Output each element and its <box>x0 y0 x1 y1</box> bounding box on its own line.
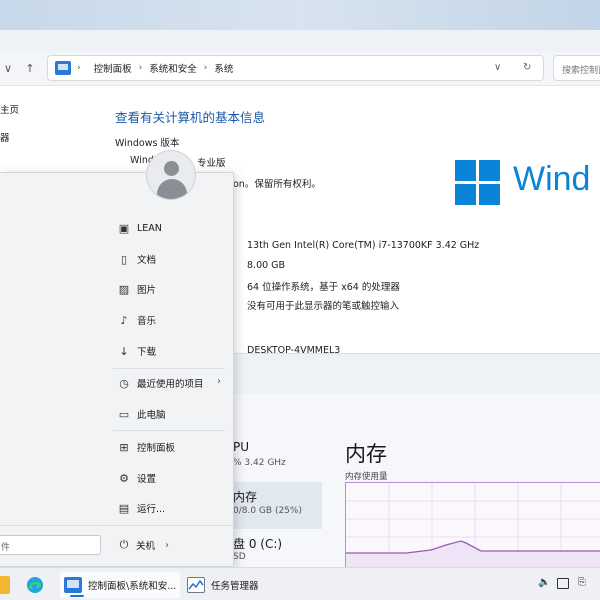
power-button[interactable]: ⏻ 关机 › <box>113 534 169 556</box>
network-icon[interactable] <box>557 578 569 589</box>
windows-logo-icon <box>455 160 501 206</box>
music-icon: ♪ <box>120 313 128 327</box>
graph-label: 内存使用量 <box>345 472 388 482</box>
start-item-downloads[interactable]: ↓ 下载 <box>113 338 225 364</box>
user-folder-icon: ▣ <box>118 221 130 235</box>
start-item-music[interactable]: ♪ 音乐 <box>113 307 225 333</box>
disk-item-label[interactable]: 盘 0 (C:) <box>233 535 282 552</box>
taskbar-app-label: 控制面板\系统和安... <box>88 581 177 592</box>
taskbar: 控制面板\系统和安... 任务管理器 🔈 ⎘ <box>0 567 600 600</box>
start-item-this-pc[interactable]: ▭ 此电脑 <box>113 401 225 427</box>
edition-suffix: 专业版 <box>197 158 226 169</box>
menu-divider <box>113 368 225 369</box>
menu-divider <box>113 430 225 431</box>
search-input[interactable]: 搜索控制面板 <box>553 55 600 81</box>
memory-item-label[interactable]: 内存 <box>233 488 257 505</box>
control-panel-icon <box>64 577 82 593</box>
start-item-label: 设置 <box>137 474 157 485</box>
start-item-label: 最近使用的项目 <box>137 379 204 390</box>
start-item-label: LEAN <box>137 222 162 234</box>
power-label: 关机 <box>136 541 156 552</box>
start-item-pictures[interactable]: ▨ 图片 <box>113 276 225 302</box>
processor-value: 13th Gen Intel(R) Core(TM) i7-13700KF 3.… <box>247 240 480 251</box>
cpu-item-label[interactable]: PU <box>233 440 249 454</box>
start-item-label: 音乐 <box>137 316 157 327</box>
start-search-input[interactable]: 件 <box>0 535 101 555</box>
chevron-down-icon[interactable]: ∨ <box>0 60 16 76</box>
chevron-right-icon: › <box>77 63 81 73</box>
refresh-icon[interactable]: ↻ <box>523 62 531 73</box>
control-panel-icon <box>55 61 71 75</box>
search-text: 件 <box>1 543 11 553</box>
recent-icon: ◷ <box>119 376 129 390</box>
chevron-right-icon: › <box>217 376 221 387</box>
pen-touch-value: 没有可用于此显示器的笔或触控输入 <box>247 301 400 312</box>
task-manager-icon <box>187 577 205 593</box>
start-item-settings[interactable]: ⚙ 设置 <box>113 465 225 491</box>
history-dropdown-icon[interactable]: ∨ <box>494 62 501 73</box>
window-titlebar[interactable] <box>0 30 600 52</box>
windows-edition-label: Windows 版本 <box>115 138 180 149</box>
system-type-value: 64 位操作系统，基于 x64 的处理器 <box>247 282 400 293</box>
navigation-bar: ∨ ↑ › 控制面板 › 系统和安全 › 系统 ∨ ↻ 搜索控制面板 <box>0 52 600 86</box>
start-item-label: 运行... <box>137 504 166 515</box>
up-arrow-icon[interactable]: ↑ <box>22 60 38 76</box>
download-icon: ↓ <box>119 344 129 358</box>
breadcrumb-label: 系统 <box>214 64 234 75</box>
start-item-label: 此电脑 <box>137 410 166 421</box>
picture-icon: ▨ <box>118 282 130 296</box>
start-item-documents[interactable]: ▯ 文档 <box>113 246 225 272</box>
taskbar-app-control-panel[interactable]: 控制面板\系统和安... <box>60 572 181 598</box>
edge-icon[interactable] <box>26 576 44 594</box>
taskbar-app-task-manager[interactable]: 任务管理器 <box>183 572 263 598</box>
user-avatar[interactable] <box>146 150 196 200</box>
volume-icon[interactable]: 🔈 <box>538 577 550 588</box>
memory-graph-svg <box>346 483 600 573</box>
search-placeholder: 搜索控制面板 <box>562 66 600 76</box>
computer-icon: ▭ <box>118 407 130 421</box>
start-item-label: 控制面板 <box>137 443 176 454</box>
ram-value: 8.00 GB <box>247 260 286 271</box>
start-item-label: 图片 <box>137 285 157 296</box>
run-icon: ▤ <box>118 501 130 515</box>
memory-item-value: 0/8.0 GB (25%) <box>233 506 302 516</box>
nav-link-home[interactable]: 主页 <box>0 102 19 116</box>
breadcrumb-label: 控制面板 <box>93 64 132 75</box>
cpu-item-value: % 3.42 GHz <box>233 458 286 468</box>
active-indicator <box>70 595 84 597</box>
task-manager-window: PU % 3.42 GHz 内存 0/8.0 GB (25%) 盘 0 (C:)… <box>233 353 600 574</box>
chevron-right-icon[interactable]: › <box>165 540 169 551</box>
power-icon: ⏻ <box>119 538 129 551</box>
windows-wordmark: Wind <box>513 160 591 198</box>
desktop-background <box>0 0 600 30</box>
disk-item-value: SD <box>233 552 246 562</box>
document-icon: ▯ <box>120 252 128 266</box>
breadcrumb-item[interactable]: 控制面板 <box>94 61 132 75</box>
control-panel-icon: ⊞ <box>119 440 129 454</box>
start-item-control-panel[interactable]: ⊞ 控制面板 <box>113 434 225 460</box>
memory-usage-graph <box>345 482 600 574</box>
page-title: 查看有关计算机的基本信息 <box>115 110 266 125</box>
chevron-right-icon: › <box>138 63 143 73</box>
breadcrumb-label: 系统和安全 <box>149 64 197 75</box>
file-explorer-icon[interactable] <box>0 576 10 594</box>
breadcrumb-item[interactable]: 系统 <box>214 61 233 75</box>
gear-icon: ⚙ <box>119 471 129 485</box>
task-manager-header <box>233 354 600 394</box>
start-item-user-folder[interactable]: ▣ LEAN <box>113 215 225 241</box>
performance-title: 内存 <box>345 442 387 466</box>
nav-link-device[interactable]: 器 <box>0 130 10 144</box>
start-item-recent[interactable]: ◷ 最近使用的项目 › <box>113 370 225 396</box>
start-item-run[interactable]: ▤ 运行... <box>113 495 225 521</box>
menu-divider <box>0 525 234 526</box>
taskbar-app-label: 任务管理器 <box>211 581 259 592</box>
start-item-label: 文档 <box>137 255 157 266</box>
usb-icon[interactable]: ⎘ <box>578 577 586 588</box>
start-item-label: 下载 <box>137 347 157 358</box>
address-bar[interactable]: › 控制面板 › 系统和安全 › 系统 ∨ ↻ <box>47 55 544 81</box>
copyright-text: on。保留所有权利。 <box>233 179 321 190</box>
breadcrumb-item[interactable]: 系统和安全 <box>149 61 197 75</box>
chevron-right-icon: › <box>203 63 208 73</box>
